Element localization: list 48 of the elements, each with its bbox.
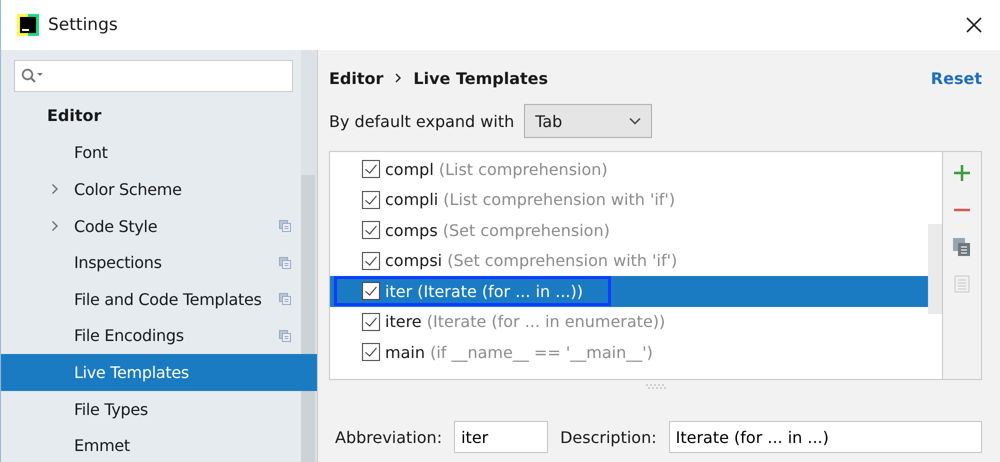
copy-icon xyxy=(279,220,291,232)
copy-icon xyxy=(279,256,291,269)
copy-icon xyxy=(279,293,291,306)
dropdown-caret-icon xyxy=(629,117,642,125)
scrollbar-thumb[interactable] xyxy=(928,224,942,314)
breadcrumb-item: Live Templates xyxy=(413,68,548,88)
add-icon[interactable] xyxy=(952,163,972,183)
sidebar-item[interactable]: File Types xyxy=(1,390,301,428)
template-row[interactable]: itere (Iterate (for ... in enumerate)) xyxy=(330,306,928,337)
window-title: Settings xyxy=(48,15,119,35)
sidebar-item[interactable]: Font xyxy=(1,134,301,172)
copy-icon[interactable] xyxy=(952,237,972,257)
sidebar-item[interactable]: Emmet xyxy=(1,427,301,462)
sidebar-item[interactable]: File Encodings xyxy=(1,318,301,354)
sidebar-item[interactable]: Color Scheme xyxy=(1,171,301,208)
template-row[interactable]: comps (Set comprehension) xyxy=(330,215,928,246)
description-field[interactable]: Iterate (for ... in ...) xyxy=(668,421,982,453)
sidebar-item[interactable]: Live Templates xyxy=(1,354,317,391)
search-icon xyxy=(21,68,45,84)
reset-link[interactable]: Reset xyxy=(930,68,982,88)
splitter-handle-icon[interactable] xyxy=(644,384,666,388)
checkbox[interactable] xyxy=(362,221,380,240)
template-row[interactable]: main (if __name__ == '__main__') xyxy=(330,337,928,368)
checkbox[interactable] xyxy=(362,160,380,178)
checkbox[interactable] xyxy=(362,312,380,331)
breadcrumb-separator-icon xyxy=(395,73,402,83)
breadcrumb-item: Editor xyxy=(329,68,384,88)
expand-with-label: By default expand with xyxy=(329,112,514,130)
checkbox[interactable] xyxy=(362,282,380,300)
description-label: Description: xyxy=(560,428,657,446)
close-icon[interactable] xyxy=(966,17,982,33)
search-field[interactable] xyxy=(14,60,293,92)
template-row[interactable]: compl (List comprehension) xyxy=(330,154,928,184)
template-row[interactable]: iter (Iterate (for ... in ...)) xyxy=(330,276,928,306)
checkbox[interactable] xyxy=(362,252,380,270)
checkbox[interactable] xyxy=(362,190,380,209)
sidebar-section-header[interactable]: Editor xyxy=(1,98,301,135)
sidebar-item[interactable]: Inspections xyxy=(1,244,301,281)
template-row[interactable]: compsi (Set comprehension with 'if') xyxy=(330,246,928,276)
copy-icon xyxy=(279,330,291,342)
sidebar-item[interactable]: Code Style xyxy=(1,208,301,244)
sidebar-item[interactable]: File and Code Templates xyxy=(1,280,301,318)
abbreviation-field[interactable]: iter xyxy=(454,421,548,453)
app-logo-icon xyxy=(17,14,39,36)
template-row[interactable]: compli (List comprehension with 'if') xyxy=(330,184,928,215)
abbreviation-label: Abbreviation: xyxy=(335,428,442,446)
expand-key-dropdown[interactable]: Tab xyxy=(524,104,652,138)
checkbox[interactable] xyxy=(362,343,380,362)
